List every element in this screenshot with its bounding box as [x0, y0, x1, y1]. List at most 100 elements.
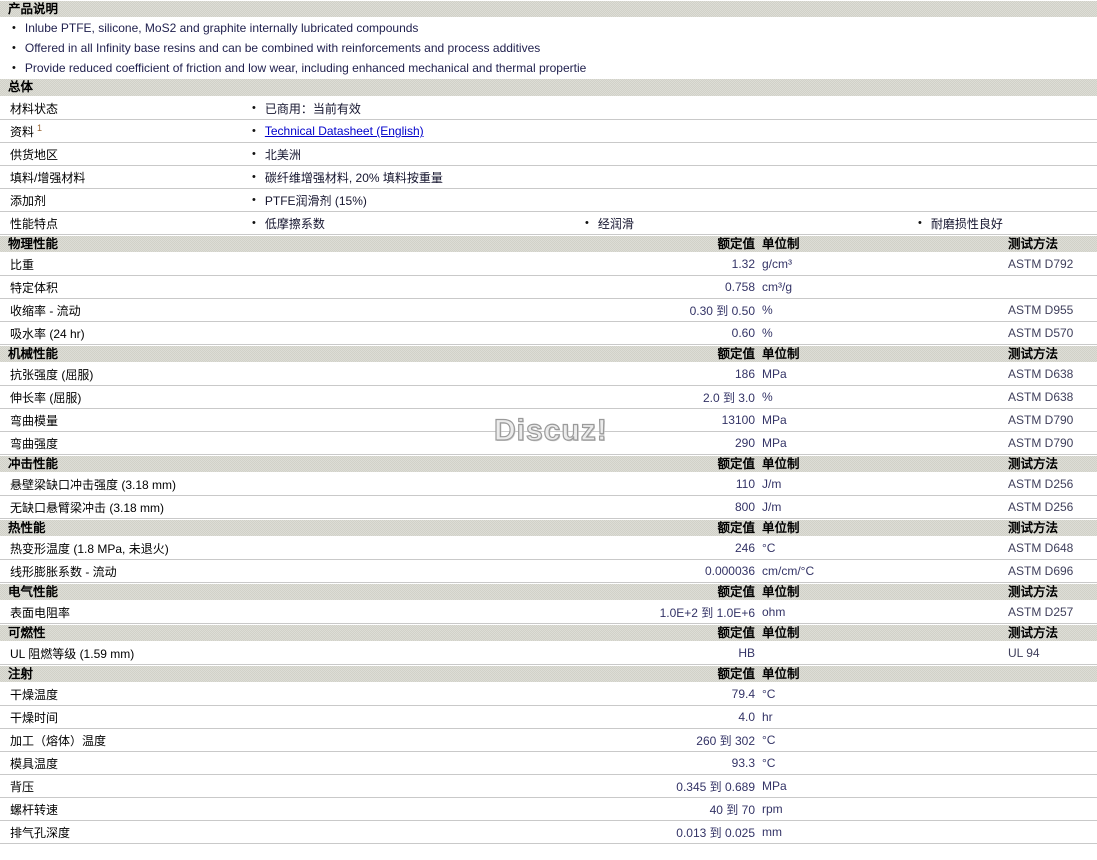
column-header-value: 额定值	[717, 347, 755, 361]
property-row: 抗张强度 (屈服) 186 MPa ASTM D638	[0, 363, 1097, 386]
column-header-value: 额定值	[717, 667, 755, 681]
column-header-value: 额定值	[717, 237, 755, 251]
technical-datasheet-link[interactable]: Technical Datasheet (English)	[265, 124, 424, 138]
material-datasheet-page: { "icons": { "bullet": "•" }, "colors": …	[0, 0, 1097, 860]
property-unit: %	[762, 326, 773, 340]
property-name: 干燥温度	[10, 687, 59, 702]
property-value: 0.013 到 0.025	[676, 825, 755, 840]
property-name: 排气孔深度	[10, 825, 71, 840]
description-text: Inlube PTFE, silicone, MoS2 and graphite…	[24, 21, 419, 35]
general-value: • 已商用：当前有效	[252, 101, 361, 116]
section-title: 机械性能	[8, 347, 59, 361]
section-header-injection: 注射 额定值 单位制	[0, 665, 1097, 683]
property-unit: g/cm³	[762, 257, 792, 271]
column-header-value: 额定值	[717, 457, 755, 471]
property-unit: °C	[762, 733, 776, 747]
property-name: 加工（熔体）温度	[10, 733, 107, 748]
property-row: 弯曲模量 13100 MPa ASTM D790	[0, 409, 1097, 432]
description-bullet-row: • Inlube PTFE, silicone, MoS2 and graphi…	[0, 18, 1097, 38]
section-header-general: 总体	[0, 78, 1097, 97]
test-method: ASTM D638	[1008, 390, 1074, 404]
bullet-icon: •	[252, 193, 256, 206]
section-header-product-description: 产品说明	[0, 0, 1097, 18]
property-row: 线形膨胀系数 - 流动 0.000036 cm/cm/°C ASTM D696	[0, 560, 1097, 583]
property-row: 弯曲强度 290 MPa ASTM D790	[0, 432, 1097, 455]
bullet-icon: •	[918, 216, 922, 229]
column-header-unit: 单位制	[762, 521, 800, 535]
property-unit: MPa	[762, 436, 787, 450]
property-row: 排气孔深度 0.013 到 0.025 mm	[0, 821, 1097, 844]
property-name: 线形膨胀系数 - 流动	[10, 564, 117, 579]
property-unit: °C	[762, 756, 776, 770]
general-value: • 北美洲	[252, 147, 301, 162]
section-header-mechanical: 机械性能 额定值 单位制 测试方法	[0, 345, 1097, 363]
property-row: 伸长率 (屈服) 2.0 到 3.0 % ASTM D638	[0, 386, 1097, 409]
bullet-icon: •	[252, 101, 256, 114]
property-unit: cm³/g	[762, 280, 792, 294]
bullet-icon: •	[12, 21, 16, 34]
section-title: 产品说明	[8, 2, 59, 16]
property-row: 特定体积 0.758 cm³/g	[0, 276, 1097, 299]
property-value: 93.3	[731, 756, 755, 770]
column-header-unit: 单位制	[762, 237, 800, 251]
general-label: 供货地区	[10, 147, 59, 162]
property-unit: mm	[762, 825, 782, 839]
section-header-thermal: 热性能 额定值 单位制 测试方法	[0, 519, 1097, 537]
property-unit: MPa	[762, 413, 787, 427]
test-method: ASTM D696	[1008, 564, 1074, 578]
property-name: 伸长率 (屈服)	[10, 390, 82, 405]
section-title: 注射	[8, 667, 34, 681]
property-unit: hr	[762, 710, 773, 724]
property-name: 模具温度	[10, 756, 59, 771]
test-method: ASTM D256	[1008, 477, 1074, 491]
section-header-impact: 冲击性能 额定值 单位制 测试方法	[0, 455, 1097, 473]
column-header-value: 额定值	[717, 521, 755, 535]
property-unit: MPa	[762, 367, 787, 381]
property-unit: °C	[762, 541, 776, 555]
section-title: 可燃性	[8, 626, 46, 640]
property-value: 0.60	[731, 326, 755, 340]
general-row: 添加剂 • PTFE润滑剂 (15%)	[0, 189, 1097, 212]
property-value: HB	[738, 646, 755, 660]
general-value: • 碳纤维增强材料, 20% 填料按重量	[252, 170, 443, 185]
property-name: 吸水率 (24 hr)	[10, 326, 85, 341]
column-header-method: 测试方法	[1008, 521, 1059, 535]
property-name: 比重	[10, 257, 35, 272]
column-header-value: 额定值	[717, 585, 755, 599]
bullet-icon: •	[252, 124, 256, 137]
test-method: ASTM D638	[1008, 367, 1074, 381]
bullet-icon: •	[12, 41, 16, 54]
description-bullet-row: • Provide reduced coefficient of frictio…	[0, 58, 1097, 78]
section-header-flammability: 可燃性 额定值 单位制 测试方法	[0, 624, 1097, 642]
property-row: 悬壁梁缺口冲击强度 (3.18 mm) 110 J/m ASTM D256	[0, 473, 1097, 496]
property-value: 40 到 70	[709, 802, 755, 817]
description-bullet-row: • Offered in all Infinity base resins an…	[0, 38, 1097, 58]
property-value: 110	[735, 477, 755, 491]
general-row: 材料状态 • 已商用：当前有效	[0, 97, 1097, 120]
property-row: 热变形温度 (1.8 MPa, 未退火) 246 °C ASTM D648	[0, 537, 1097, 560]
property-name: 螺杆转速	[10, 802, 59, 817]
property-row: 比重 1.32 g/cm³ ASTM D792	[0, 253, 1097, 276]
property-unit: ohm	[762, 605, 786, 619]
section-title: 热性能	[8, 521, 46, 535]
test-method: ASTM D570	[1008, 326, 1074, 340]
property-name: 收缩率 - 流动	[10, 303, 81, 318]
general-value: • 低摩擦系数	[252, 216, 325, 231]
property-value: 290	[734, 436, 755, 450]
property-value: 2.0 到 3.0	[702, 390, 755, 405]
property-name: 无缺口悬臂梁冲击 (3.18 mm)	[10, 500, 165, 515]
property-row: 表面电阻率 1.0E+2 到 1.0E+6 ohm ASTM D257	[0, 601, 1097, 624]
property-value: 4.0	[738, 710, 755, 724]
property-value: 1.0E+2 到 1.0E+6	[659, 605, 755, 620]
section-title: 物理性能	[8, 237, 59, 251]
column-header-method: 测试方法	[1008, 457, 1059, 471]
test-method: ASTM D792	[1008, 257, 1074, 271]
section-title: 电气性能	[8, 585, 59, 599]
property-unit: %	[762, 303, 773, 317]
property-row: 干燥时间 4.0 hr	[0, 706, 1097, 729]
property-value: 0.000036	[704, 564, 755, 578]
general-label: 性能特点	[10, 216, 59, 231]
bullet-icon: •	[252, 147, 256, 160]
bullet-icon: •	[585, 216, 589, 229]
column-header-method: 测试方法	[1008, 585, 1059, 599]
